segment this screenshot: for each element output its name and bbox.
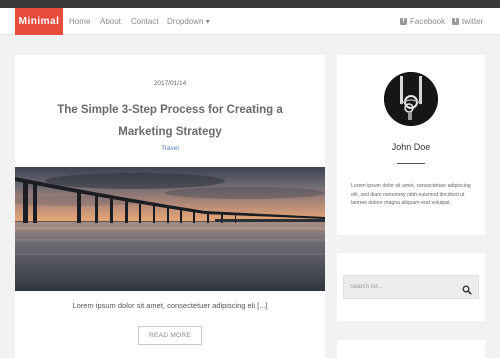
author-name: John Doe [391, 142, 431, 152]
nav-item-contact[interactable]: Contact [131, 8, 159, 35]
read-more-button[interactable]: READ MORE [138, 326, 202, 345]
search-box [343, 275, 479, 299]
search-icon [462, 285, 472, 295]
author-divider [397, 163, 425, 164]
twitter-icon: t [452, 18, 459, 25]
search-input[interactable] [344, 276, 460, 298]
post-title[interactable]: The Simple 3-Step Process for Creating a… [35, 99, 305, 143]
facebook-icon: f [400, 18, 407, 25]
pier-sunset-image[interactable] [15, 167, 325, 291]
facebook-label: Facebook [410, 17, 446, 26]
author-bio: Lorem ipsum dolor sit amet, consectetuer… [351, 183, 471, 206]
post-category[interactable]: Travel [15, 145, 325, 152]
post-excerpt: Lorem ipsum dolor sit amet, consectetuer… [72, 301, 268, 310]
twitter-label: twitter [462, 17, 484, 26]
pier-sunset-image-art [15, 167, 325, 291]
post-date: 2017/01/14 [153, 80, 187, 87]
author-widget: John Doe Lorem ipsum dolor sit amet, con… [337, 55, 485, 235]
nav-item-home[interactable]: Home [69, 8, 90, 35]
navbar: Minimal Home About Contact Dropdown ▾ f … [0, 8, 500, 35]
avatar-art [384, 72, 438, 126]
top-strip [0, 0, 500, 8]
next-widget [337, 340, 485, 358]
search-widget [337, 253, 485, 321]
nav-item-about[interactable]: About [100, 8, 121, 35]
avatar [384, 72, 438, 126]
twitter-link[interactable]: t twitter [452, 8, 483, 35]
search-button[interactable] [462, 282, 472, 295]
brand-logo[interactable]: Minimal [15, 8, 63, 35]
nav-item-dropdown[interactable]: Dropdown ▾ [167, 8, 210, 35]
facebook-link[interactable]: f Facebook [400, 8, 445, 35]
post-card: 2017/01/14 The Simple 3-Step Process for… [15, 55, 325, 358]
